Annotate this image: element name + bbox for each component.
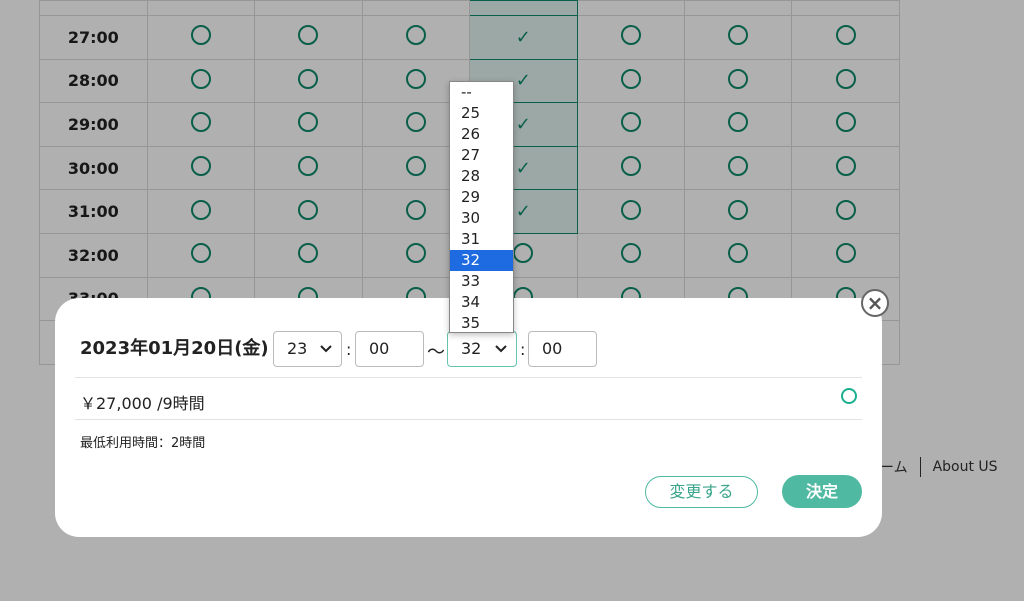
time-colon: : <box>346 340 352 359</box>
time-colon: : <box>520 340 526 359</box>
minimum-usage-time: 最低利用時間：2時間 <box>80 436 206 451</box>
start-hour-select[interactable]: 23 <box>273 331 342 367</box>
change-button[interactable]: 変更する <box>645 476 758 508</box>
dropdown-option[interactable]: 25 <box>450 103 513 124</box>
divider <box>75 377 862 378</box>
dropdown-option[interactable]: 32 <box>450 250 513 271</box>
end-hour-dropdown-list[interactable]: -- 25 26 27 28 29 30 31 32 33 34 35 <box>449 81 514 333</box>
range-separator: 〜 <box>427 342 445 363</box>
dropdown-option[interactable]: 33 <box>450 271 513 292</box>
dropdown-option[interactable]: 29 <box>450 187 513 208</box>
dropdown-option[interactable]: 35 <box>450 313 513 332</box>
end-minute-value: 00 <box>542 339 563 358</box>
dropdown-option[interactable]: -- <box>450 82 513 103</box>
close-icon[interactable]: × <box>861 289 889 317</box>
end-hour-value: 32 <box>461 339 482 358</box>
dropdown-option[interactable]: 26 <box>450 124 513 145</box>
divider <box>75 419 862 420</box>
end-minute-field[interactable]: 00 <box>528 331 597 367</box>
dropdown-option[interactable]: 30 <box>450 208 513 229</box>
start-minute-field[interactable]: 00 <box>355 331 424 367</box>
dropdown-option[interactable]: 31 <box>450 229 513 250</box>
confirm-button[interactable]: 決定 <box>782 475 862 508</box>
booking-date: 2023年01月20日(金) <box>80 338 269 359</box>
chevron-down-icon <box>319 332 333 379</box>
availability-circle-icon <box>841 388 857 404</box>
start-hour-value: 23 <box>287 339 308 358</box>
booking-modal: 2023年01月20日(金) 23 : 00 〜 32 : 00 ￥27,000… <box>55 298 882 537</box>
dropdown-option[interactable]: 27 <box>450 145 513 166</box>
close-symbol: × <box>866 291 884 315</box>
price-text: ￥27,000 /9時間 <box>80 394 205 413</box>
end-hour-select[interactable]: 32 <box>447 331 517 367</box>
chevron-down-icon <box>494 332 508 379</box>
dropdown-option[interactable]: 28 <box>450 166 513 187</box>
dropdown-option[interactable]: 34 <box>450 292 513 313</box>
start-minute-value: 00 <box>369 339 390 358</box>
